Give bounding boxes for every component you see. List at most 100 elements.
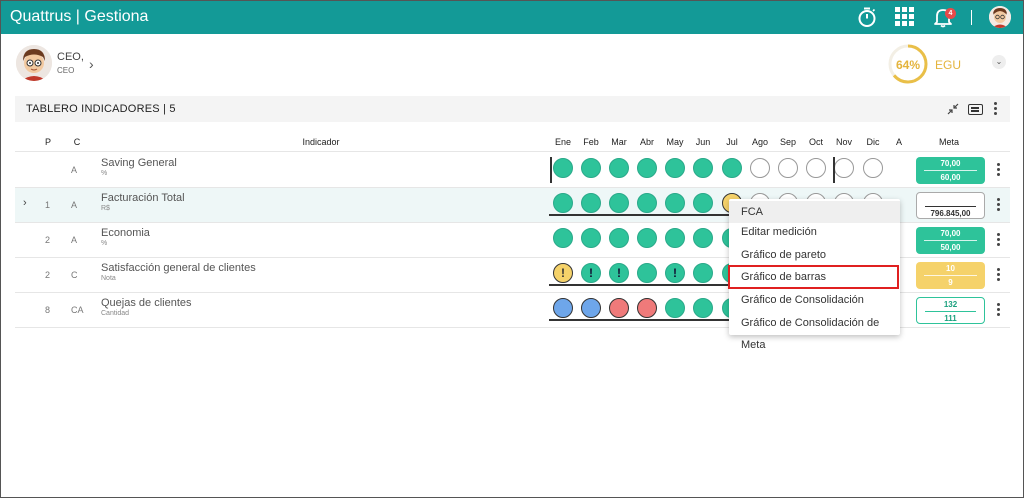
- col-month-ene: Ene: [554, 137, 571, 147]
- user-avatar[interactable]: [989, 6, 1011, 28]
- col-indicator: Indicador: [302, 137, 340, 147]
- alert-icon: !: [617, 266, 621, 280]
- row-class: A: [71, 165, 78, 175]
- collapse-arrows-icon[interactable]: [946, 102, 960, 116]
- status-dot-ene[interactable]: [553, 298, 573, 318]
- col-month-mar: Mar: [611, 137, 627, 147]
- indicator-name[interactable]: Satisfacción general de clientes: [101, 262, 256, 274]
- app-title[interactable]: Quattrus | Gestiona: [10, 8, 148, 26]
- alert-icon: !: [673, 266, 677, 280]
- meta-value: 111: [925, 311, 976, 324]
- indicator-name[interactable]: Quejas de clientes: [101, 297, 192, 309]
- indicator-unit: Cantidad: [101, 310, 130, 317]
- indicator-unit: %: [101, 240, 108, 247]
- menu-item-fca[interactable]: FCA: [729, 201, 900, 223]
- status-dot-dic[interactable]: [863, 158, 883, 178]
- menu-item-consolidation-chart[interactable]: Gráfico de Consolidación: [729, 289, 900, 311]
- status-dot-abr[interactable]: [637, 228, 657, 248]
- menu-item-highlight: [728, 265, 899, 289]
- menu-item-pareto-chart[interactable]: Gráfico de pareto: [729, 244, 900, 266]
- row-priority: 8: [45, 305, 51, 315]
- row-options-icon[interactable]: [997, 163, 1001, 177]
- row-options-icon[interactable]: [997, 233, 1001, 247]
- col-month-abr: Abr: [639, 137, 654, 147]
- status-dot-feb[interactable]: [581, 193, 601, 213]
- status-dot-mar[interactable]: [609, 228, 629, 248]
- meta-box[interactable]: 70,00 60,00: [916, 157, 985, 184]
- status-dot-jun[interactable]: [693, 193, 713, 213]
- status-dot-mar[interactable]: [609, 193, 629, 213]
- col-a: A: [895, 137, 902, 147]
- indicator-name[interactable]: Saving General: [101, 157, 177, 169]
- status-dot-mar[interactable]: [609, 298, 629, 318]
- status-dot-jun[interactable]: [693, 263, 713, 283]
- stopwatch-icon[interactable]: [856, 6, 878, 28]
- status-dot-ene[interactable]: !: [553, 263, 573, 283]
- status-dot-mar[interactable]: [609, 158, 629, 178]
- alert-icon: !: [589, 266, 593, 280]
- row-options-icon[interactable]: [997, 198, 1001, 212]
- score-unit: EGU: [935, 58, 962, 72]
- status-dot-jul[interactable]: [722, 158, 742, 178]
- status-dot-jun[interactable]: [693, 298, 713, 318]
- status-dot-jun[interactable]: [693, 228, 713, 248]
- col-month-ago: Ago: [751, 137, 768, 147]
- alert-icon: !: [561, 266, 565, 280]
- apps-grid-icon[interactable]: [895, 7, 914, 26]
- period-underline: [549, 214, 744, 216]
- row-expand-icon[interactable]: ›: [23, 197, 27, 209]
- row-options-icon[interactable]: [997, 303, 1001, 317]
- status-dot-nov[interactable]: [834, 158, 854, 178]
- meta-target: 10: [946, 264, 955, 273]
- status-dot-oct[interactable]: [806, 158, 826, 178]
- meta-target: 70,00: [940, 229, 961, 238]
- status-dot-ene[interactable]: [553, 158, 573, 178]
- card-view-icon[interactable]: [968, 104, 983, 115]
- status-dot-feb[interactable]: [581, 298, 601, 318]
- col-meta: Meta: [938, 137, 959, 147]
- row-options-icon[interactable]: [997, 268, 1001, 282]
- menu-item-goal-consolidation-chart[interactable]: Gráfico de Consolidación de Meta: [729, 312, 900, 351]
- indicator-unit: R$: [101, 205, 110, 212]
- col-c: C: [73, 137, 81, 147]
- status-dot-feb[interactable]: !: [581, 263, 601, 283]
- section-header: TABLERO INDICADORES | 5: [15, 96, 1010, 122]
- meta-box[interactable]: 796.845,00: [916, 192, 985, 219]
- status-dot-mar[interactable]: !: [609, 263, 629, 283]
- menu-item-edit-measurement[interactable]: Editar medición: [729, 221, 900, 243]
- status-dot-feb[interactable]: [581, 158, 601, 178]
- profile-avatar[interactable]: [16, 45, 52, 81]
- more-options-icon[interactable]: [994, 102, 998, 116]
- col-month-feb: Feb: [583, 137, 599, 147]
- status-dot-may[interactable]: [665, 298, 685, 318]
- profile-name: CEO,: [57, 51, 84, 63]
- status-dot-feb[interactable]: [581, 228, 601, 248]
- status-dot-may[interactable]: !: [665, 263, 685, 283]
- status-dot-sep[interactable]: [778, 158, 798, 178]
- status-dot-jun[interactable]: [693, 158, 713, 178]
- notification-badge: 4: [945, 8, 956, 19]
- status-dot-may[interactable]: [665, 158, 685, 178]
- chevron-down-icon[interactable]: ⌄: [992, 55, 1006, 69]
- indicator-name[interactable]: Economia: [101, 227, 150, 239]
- table-row[interactable]: A Saving General% 70,00 60,00: [15, 153, 1010, 188]
- period-underline: [549, 319, 729, 321]
- section-title: TABLERO INDICADORES | 5: [26, 103, 176, 115]
- meta-box[interactable]: 10 9: [916, 262, 985, 289]
- meta-value: 60,00: [924, 170, 977, 183]
- status-dot-abr[interactable]: [637, 298, 657, 318]
- status-dot-may[interactable]: [665, 193, 685, 213]
- status-dot-abr[interactable]: [637, 263, 657, 283]
- meta-box[interactable]: 70,00 50,00: [916, 227, 985, 254]
- row-class: CA: [71, 305, 84, 315]
- col-month-dic: Dic: [866, 137, 880, 147]
- indicator-name[interactable]: Facturación Total: [101, 192, 185, 204]
- chevron-right-icon[interactable]: ›: [89, 56, 94, 72]
- status-dot-ago[interactable]: [750, 158, 770, 178]
- status-dot-may[interactable]: [665, 228, 685, 248]
- status-dot-ene[interactable]: [553, 228, 573, 248]
- status-dot-abr[interactable]: [637, 193, 657, 213]
- status-dot-abr[interactable]: [637, 158, 657, 178]
- status-dot-ene[interactable]: [553, 193, 573, 213]
- meta-box[interactable]: 132 111: [916, 297, 985, 324]
